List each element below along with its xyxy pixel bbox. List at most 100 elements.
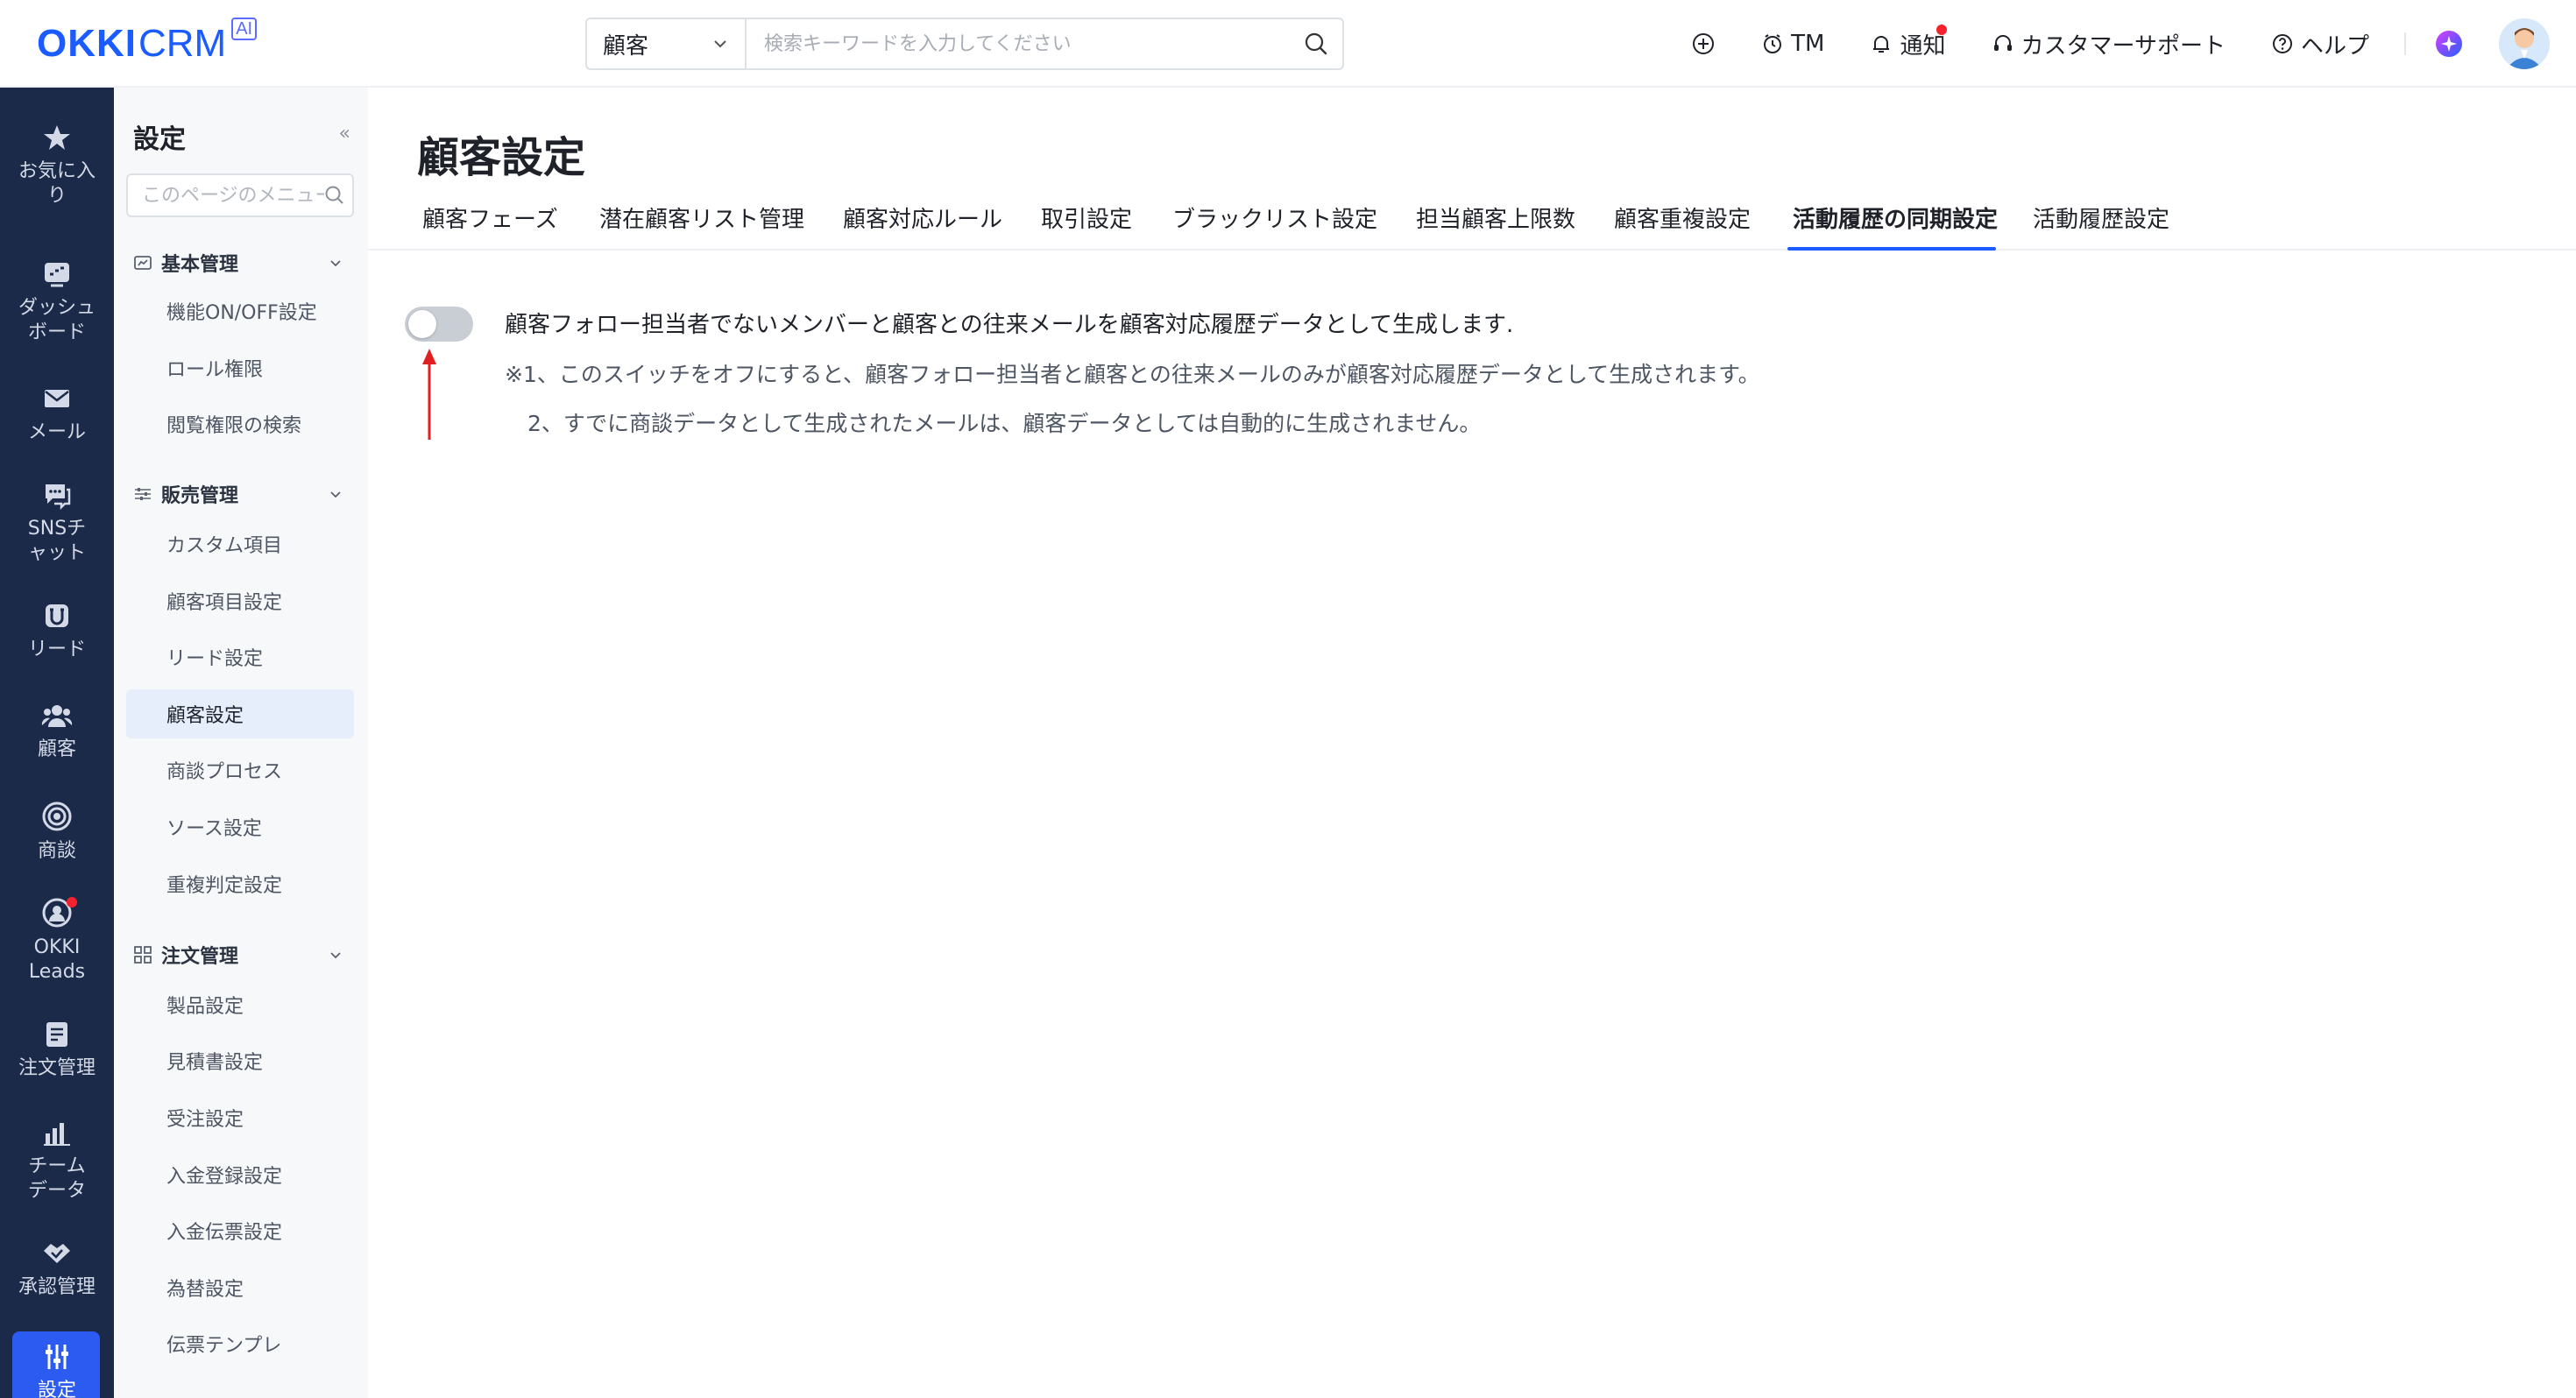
rail-label: チームデータ	[27, 1155, 86, 1202]
toggle-note-2: 2、すでに商談データとして生成されたメールは、顧客データとしては自動的に生成され…	[527, 411, 1482, 436]
top-bar: OKKI CRM AI 顧客 TM 通知 カスタマーサポート	[0, 0, 2576, 88]
menu-item-lead-settings[interactable]: リード設定	[126, 632, 354, 681]
menu-item-product-settings[interactable]: 製品設定	[126, 980, 354, 1029]
menu-item-feature-toggle[interactable]: 機能ON/OFF設定	[126, 286, 354, 335]
rail-item-mail[interactable]: メール	[0, 384, 114, 445]
rail-label: OKKI Leads	[28, 936, 86, 983]
search-icon	[1305, 32, 1327, 55]
sync-toggle-switch[interactable]	[405, 307, 473, 342]
clock-icon	[1764, 34, 1782, 53]
rail-label: 承認管理	[18, 1276, 96, 1298]
menu-item-deal-process[interactable]: 商談プロセス	[126, 745, 354, 794]
customer-support-button[interactable]: カスタマーサポート	[1992, 28, 2226, 60]
menu-item-view-permission-search[interactable]: 閲覧権限の検索	[126, 399, 354, 448]
menu-group-label: 基本管理	[161, 254, 239, 276]
toggle-knob	[408, 310, 436, 338]
menu-title: 設定	[133, 124, 186, 155]
help-label: ヘルプ	[2300, 32, 2369, 60]
menu-item-source-settings[interactable]: ソース設定	[126, 802, 354, 851]
tab-duplicate-settings[interactable]: 顧客重複設定	[1614, 201, 1751, 251]
toggle-note-1: ※1、このスイッチをオフにすると、顧客フォロー担当者と顧客との往来メールのみが顧…	[505, 362, 1760, 387]
menu-group-sales[interactable]: 販売管理	[133, 480, 352, 508]
top-nav: TM 通知 カスタマーサポート ヘルプ	[1645, 0, 2550, 88]
logo-crm: CRM	[138, 22, 227, 65]
collapse-menu-button[interactable]: «	[339, 123, 350, 145]
rail-label: 商談	[37, 840, 76, 862]
menu-item-customer-fields[interactable]: 顧客項目設定	[126, 576, 354, 625]
menu-item-custom-fields[interactable]: カスタム項目	[126, 519, 354, 568]
app-nav-rail: お気に入り ダッシュボード メール SNSチャット リード 顧客 商談 OKKI…	[0, 88, 114, 1398]
rail-item-approval[interactable]: 承認管理	[0, 1239, 114, 1300]
notification-badge	[1936, 24, 1948, 35]
search-input[interactable]	[747, 19, 1290, 68]
menu-search-input[interactable]	[142, 184, 324, 207]
menu-item-duplicate-rules[interactable]: 重複判定設定	[126, 859, 354, 908]
chat-icon	[46, 484, 71, 510]
menu-group-orders[interactable]: 注文管理	[133, 941, 352, 969]
dashboard-icon	[45, 263, 69, 287]
rail-item-lead[interactable]: リード	[0, 601, 114, 662]
rail-item-okki-leads[interactable]: OKKI Leads	[0, 897, 114, 985]
rail-item-deals[interactable]: 商談	[0, 801, 114, 864]
tab-prospect-list[interactable]: 潜在顧客リスト管理	[599, 201, 804, 251]
ai-assistant-button[interactable]	[2434, 29, 2464, 59]
user-avatar-icon	[2499, 18, 2550, 69]
customers-icon	[41, 705, 73, 727]
menu-group-basic[interactable]: 基本管理	[133, 249, 352, 277]
logo-okki: OKKI	[37, 22, 137, 65]
menu-item-quote-settings[interactable]: 見積書設定	[126, 1036, 354, 1085]
menu-item-order-settings[interactable]: 受注設定	[126, 1093, 354, 1142]
tab-customer-limit[interactable]: 担当顧客上限数	[1416, 201, 1575, 251]
rail-item-sns-chat[interactable]: SNSチャット	[0, 480, 114, 566]
rail-label: 設定	[37, 1380, 76, 1398]
okki-crm-logo[interactable]: OKKI CRM AI	[37, 18, 258, 67]
rail-item-favorites[interactable]: お気に入り	[0, 123, 114, 208]
tm-button[interactable]: TM	[1761, 31, 1824, 57]
chevron-down-icon	[714, 40, 726, 48]
active-tab-indicator	[1787, 247, 1996, 251]
rail-item-customers[interactable]: 顧客	[0, 701, 114, 762]
tab-transaction-settings[interactable]: 取引設定	[1041, 201, 1132, 251]
question-circle-icon	[2272, 34, 2292, 53]
menu-item-payment-slip[interactable]: 入金伝票設定	[126, 1206, 354, 1255]
mail-icon	[45, 390, 69, 407]
rail-label: メール	[27, 421, 86, 443]
add-button[interactable]	[1691, 32, 1716, 56]
menu-item-customer-settings[interactable]: 顧客設定	[126, 689, 354, 738]
rail-item-settings[interactable]: 設定	[0, 1342, 114, 1398]
sliders-icon	[135, 488, 151, 500]
menu-search	[126, 173, 354, 217]
tab-activity-settings[interactable]: 活動履歴設定	[2033, 201, 2169, 251]
logo-ai-badge: AI	[231, 18, 258, 40]
headset-icon	[1993, 35, 2012, 51]
plus-circle-icon	[1693, 33, 1715, 54]
settings-menu: 設定 « 基本管理 機能ON/OFF設定 ロール権限 閲覧権限の検索 販売管理 …	[114, 88, 368, 1398]
tab-activity-sync[interactable]: 活動履歴の同期設定	[1793, 201, 1998, 251]
arrow-up-annotation	[422, 349, 436, 440]
order-icon	[46, 1022, 67, 1047]
menu-item-role-permission[interactable]: ロール権限	[126, 343, 354, 392]
page-title: 顧客設定	[417, 133, 586, 182]
rail-label: SNSチャット	[27, 518, 87, 564]
global-search: 顧客	[585, 18, 1344, 70]
menu-item-payment-registration[interactable]: 入金登録設定	[126, 1150, 354, 1199]
rail-item-team-data[interactable]: チームデータ	[0, 1118, 114, 1204]
tab-blacklist[interactable]: ブラックリスト設定	[1172, 201, 1377, 251]
chevron-down-icon	[330, 491, 341, 498]
search-scope-select[interactable]: 顧客	[587, 19, 747, 68]
menu-group-label: 注文管理	[161, 946, 239, 968]
tab-customer-rules[interactable]: 顧客対応ルール	[843, 201, 1002, 251]
help-button[interactable]: ヘルプ	[2271, 28, 2369, 60]
search-button[interactable]	[1290, 19, 1342, 68]
tm-label: TM	[1791, 31, 1825, 57]
tab-customer-phase[interactable]: 顧客フェーズ	[422, 201, 558, 251]
main-content: 顧客設定 顧客フェーズ 潜在顧客リスト管理 顧客対応ルール 取引設定 ブラックリ…	[368, 88, 2576, 1398]
rail-label: ダッシュボード	[18, 297, 96, 343]
target-icon	[42, 801, 72, 831]
rail-item-dashboard[interactable]: ダッシュボード	[0, 259, 114, 345]
rail-item-orders[interactable]: 注文管理	[0, 1020, 114, 1081]
user-avatar[interactable]	[2499, 18, 2550, 69]
menu-item-exchange-rate[interactable]: 為替設定	[126, 1263, 354, 1312]
notification-button[interactable]: 通知	[1870, 24, 1948, 60]
menu-item-slip-template[interactable]: 伝票テンプレ	[126, 1319, 354, 1368]
